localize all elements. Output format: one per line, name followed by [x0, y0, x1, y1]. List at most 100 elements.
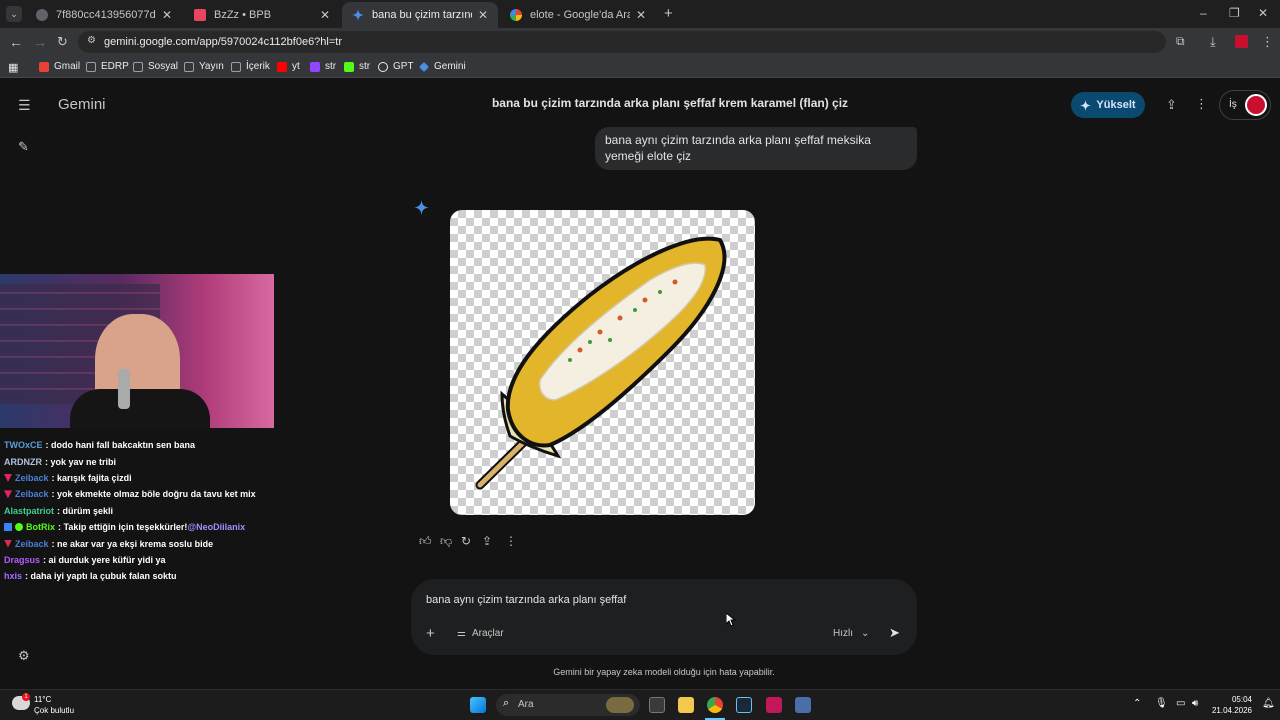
- restore-button[interactable]: ❐: [1229, 6, 1240, 20]
- gmail-icon: [39, 61, 49, 72]
- bookmark-twitch[interactable]: str: [310, 61, 336, 72]
- taskbar-search[interactable]: ⌕ Ara: [496, 694, 640, 716]
- tab-search-chevron-icon[interactable]: ⌄: [6, 6, 22, 22]
- model-selector[interactable]: Hızlı ⌄: [833, 628, 869, 639]
- tab-3-active[interactable]: bana bu çizim tarzında arka pla ✕: [342, 2, 498, 28]
- tab-4[interactable]: elote - Google'da Ara ✕: [500, 2, 656, 28]
- vip-badge-icon: [4, 473, 12, 482]
- chat-username: Zeiback: [15, 538, 49, 549]
- weather-desc: Çok bulutlu: [34, 706, 75, 715]
- account-label: İş: [1229, 99, 1237, 110]
- new-tab-button[interactable]: +: [664, 5, 673, 22]
- account-switcher[interactable]: İş: [1219, 90, 1271, 120]
- chat-line: Alastpatriot: dürüm şekli: [4, 503, 404, 519]
- bookmark-gmail[interactable]: Gmail: [39, 61, 80, 72]
- app-icon-b[interactable]: [795, 697, 811, 713]
- share-response-icon[interactable]: ⇪: [482, 534, 492, 548]
- file-explorer-icon[interactable]: [678, 697, 694, 713]
- tab-title: BzZz • BPB: [214, 9, 272, 21]
- more-options-icon[interactable]: ⋮: [1195, 96, 1208, 112]
- chat-message: : daha iyi yaptı la çubuk falan soktu: [25, 571, 177, 582]
- weather-temp: 11°C: [34, 695, 52, 704]
- hamburger-menu-icon[interactable]: ☰: [18, 97, 31, 114]
- verified-badge-icon: [15, 523, 23, 532]
- more-actions-icon[interactable]: ⋮: [505, 534, 517, 548]
- kick-icon: [344, 61, 354, 72]
- thumbs-up-icon[interactable]: 👍︎: [419, 534, 432, 549]
- bookmark-kick[interactable]: str: [344, 61, 370, 72]
- microphone: [118, 369, 130, 409]
- apps-grid-icon[interactable]: ▦: [8, 61, 18, 74]
- prompt-input[interactable]: bana aynı çizim tarzında arka planı şeff…: [426, 594, 626, 606]
- clock-time[interactable]: 05:04: [1212, 695, 1252, 704]
- gemini-spark-icon: [352, 9, 364, 21]
- tools-button[interactable]: ⚌ Araçlar: [457, 628, 504, 639]
- bookmark-folder-sosyal[interactable]: Sosyal: [133, 61, 178, 72]
- avatar: [1245, 94, 1267, 116]
- bookmark-gemini[interactable]: Gemini: [419, 61, 466, 72]
- extensions-puzzle-icon[interactable]: ⧉: [1176, 34, 1185, 49]
- chat-message: : yok ekmekte olmaz böle doğru da tavu k…: [51, 489, 256, 500]
- upgrade-label: Yükselt: [1096, 99, 1136, 111]
- window-close-button[interactable]: ✕: [1258, 6, 1268, 20]
- tab-title: elote - Google'da Ara: [530, 9, 630, 21]
- back-arrow-icon[interactable]: ←: [9, 34, 23, 50]
- bookmark-label: GPT: [393, 61, 414, 72]
- bookmark-folder-yayin[interactable]: Yayın: [184, 61, 224, 72]
- microphone-icon[interactable]: 🎙︎: [1155, 698, 1168, 709]
- add-attachment-icon[interactable]: +: [426, 625, 435, 642]
- bookmark-folder-icerik[interactable]: İçerik: [231, 61, 270, 72]
- task-view-icon[interactable]: [649, 697, 665, 713]
- volume-icon[interactable]: 🔊︎: [1192, 698, 1198, 709]
- prompt-input-area[interactable]: bana aynı çizim tarzında arka planı şeff…: [411, 579, 917, 655]
- chat-username: TWOxCE: [4, 440, 43, 451]
- openai-icon: [378, 61, 388, 72]
- new-chat-edit-icon[interactable]: ✎: [18, 139, 29, 155]
- browser-menu-icon[interactable]: ⋮: [1261, 34, 1274, 50]
- reload-icon[interactable]: ↻: [57, 34, 68, 50]
- gemini-spark-icon: [1080, 99, 1092, 111]
- close-icon[interactable]: ✕: [478, 8, 488, 22]
- windows-start-icon[interactable]: [470, 697, 486, 713]
- thumbs-down-icon[interactable]: 👎︎: [440, 534, 452, 549]
- chat-message: : dürüm şekli: [57, 505, 114, 516]
- chat-username: Zeiback: [15, 472, 49, 483]
- chat-line: ARDNZR: yok yav ne tribi: [4, 453, 404, 469]
- clock-date[interactable]: 21.04.2026: [1202, 706, 1252, 715]
- show-hidden-icons-chevron-icon[interactable]: ⌃: [1133, 698, 1141, 709]
- extension-shield-icon[interactable]: [1235, 35, 1248, 48]
- youtube-icon: [277, 61, 287, 72]
- tab-1[interactable]: 7f880cc413956077dcdbb2fbfa7 ✕: [26, 2, 182, 28]
- app-icon-a[interactable]: [766, 697, 782, 713]
- bookmark-folder-edrp[interactable]: EDRP: [86, 61, 129, 72]
- steam-icon[interactable]: [736, 697, 752, 713]
- chat-message: : karışık fajita çizdi: [51, 472, 132, 483]
- share-icon[interactable]: ⇪: [1166, 97, 1177, 113]
- chat-message: : Takip ettiğin için teşekkürler!: [58, 522, 188, 533]
- address-bar[interactable]: ⚙ gemini.google.com/app/5970024c112bf0e6…: [78, 31, 1166, 53]
- close-icon[interactable]: ✕: [162, 8, 172, 22]
- bookmark-yt[interactable]: yt: [277, 61, 300, 72]
- bookmark-label: EDRP: [101, 61, 129, 72]
- generated-image[interactable]: [450, 210, 755, 515]
- forward-arrow-icon[interactable]: →: [33, 34, 47, 50]
- site-info-icon[interactable]: ⚙: [87, 35, 96, 46]
- close-icon[interactable]: ✕: [320, 8, 330, 22]
- minimize-button[interactable]: –: [1200, 6, 1207, 20]
- model-label: Hızlı: [833, 628, 853, 639]
- close-icon[interactable]: ✕: [636, 8, 646, 22]
- settings-gear-icon[interactable]: ⚙: [18, 648, 30, 664]
- bookmark-gpt[interactable]: GPT: [378, 61, 414, 72]
- browser-tab-bar: ⌄ 7f880cc413956077dcdbb2fbfa7 ✕ BzZz • B…: [0, 0, 1280, 28]
- mouse-cursor-icon: [725, 611, 737, 632]
- regenerate-icon[interactable]: ↻: [461, 534, 471, 548]
- bookmark-label: Yayın: [199, 61, 224, 72]
- send-button[interactable]: ➤: [889, 625, 900, 641]
- upgrade-button[interactable]: Yükselt: [1071, 92, 1145, 118]
- tab-2[interactable]: BzZz • BPB ✕: [184, 2, 340, 28]
- chrome-icon[interactable]: [707, 697, 723, 713]
- url-text: gemini.google.com/app/5970024c112bf0e6?h…: [104, 36, 343, 48]
- network-icon[interactable]: ▭: [1176, 698, 1185, 709]
- download-icon[interactable]: ⤓: [1210, 34, 1216, 50]
- notifications-bell-icon[interactable]: 🔔︎: [1262, 698, 1275, 709]
